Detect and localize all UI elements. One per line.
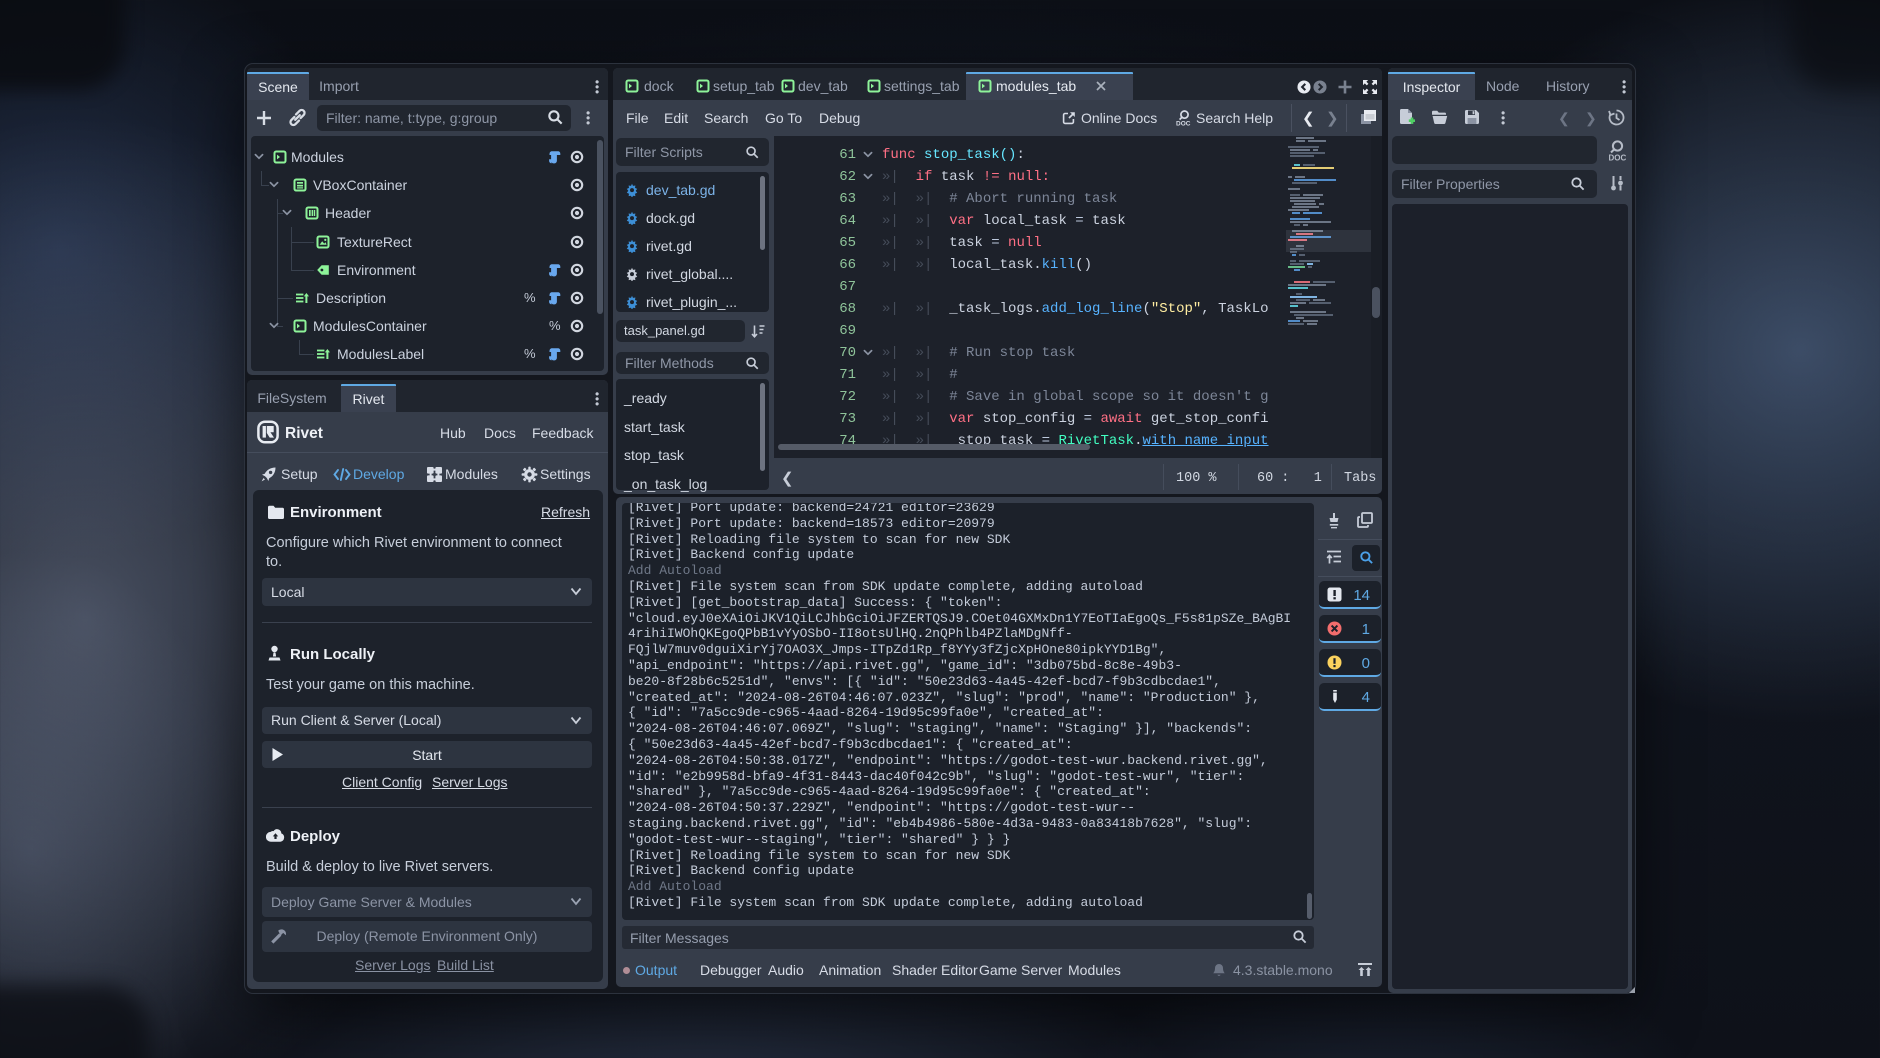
svg-text:DOC: DOC [1176, 121, 1191, 128]
svg-text:DOC: DOC [1609, 154, 1627, 163]
